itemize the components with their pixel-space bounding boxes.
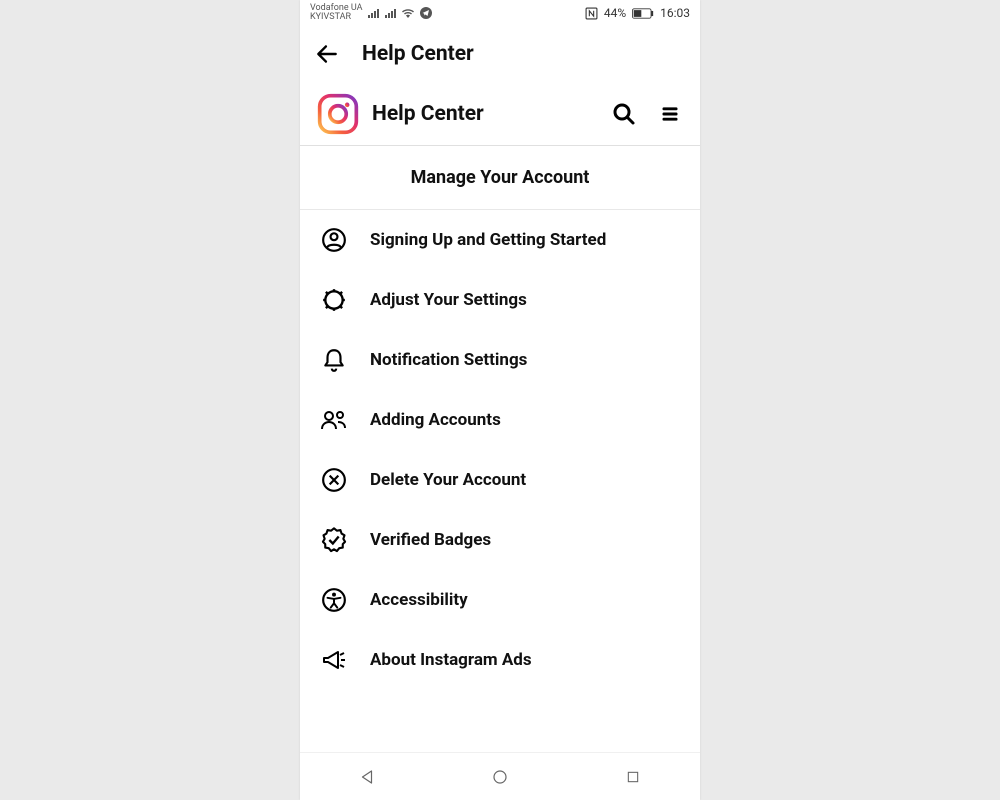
section-header: Manage Your Account <box>300 146 700 210</box>
menu-item-verified-badges[interactable]: Verified Badges <box>300 510 700 570</box>
menu-item-delete-account[interactable]: Delete Your Account <box>300 450 700 510</box>
menu-item-label: Adding Accounts <box>370 410 501 430</box>
search-button[interactable] <box>612 102 636 126</box>
app-header: Help Center <box>300 26 700 82</box>
hc-actions <box>612 102 680 126</box>
clock: 16:03 <box>660 6 690 20</box>
battery-percent: 44% <box>604 6 626 20</box>
menu-item-label: Verified Badges <box>370 530 491 550</box>
menu-item-signing-up[interactable]: Signing Up and Getting Started <box>300 210 700 270</box>
back-arrow-icon <box>314 41 340 67</box>
signal-icon-2 <box>385 8 396 18</box>
gear-icon <box>320 286 348 314</box>
android-nav-bar <box>300 752 700 800</box>
back-button[interactable] <box>314 41 340 67</box>
nfc-icon <box>585 7 598 20</box>
instagram-logo-icon <box>316 92 360 136</box>
person-circle-icon <box>320 226 348 254</box>
menu-item-label: Adjust Your Settings <box>370 290 527 310</box>
square-recent-icon <box>625 769 641 785</box>
status-right: 44% 16:03 <box>585 6 690 20</box>
menu-item-about-ads[interactable]: About Instagram Ads <box>300 630 700 690</box>
help-center-bar: Help Center <box>300 82 700 146</box>
menu-item-label: Signing Up and Getting Started <box>370 230 606 250</box>
carrier-2: KYIVSTAR <box>310 13 362 22</box>
battery-icon <box>632 8 654 19</box>
accessibility-icon <box>320 586 348 614</box>
badge-check-icon <box>320 526 348 554</box>
app-header-title: Help Center <box>362 42 474 66</box>
wifi-icon <box>402 8 414 18</box>
nav-back-button[interactable] <box>356 766 378 788</box>
menu-item-notification-settings[interactable]: Notification Settings <box>300 330 700 390</box>
menu-item-label: Accessibility <box>370 590 468 610</box>
nav-recent-button[interactable] <box>622 766 644 788</box>
phone-frame: Vodafone UA KYIVSTAR 44% <box>300 0 700 800</box>
hamburger-icon <box>660 104 680 124</box>
x-circle-icon <box>320 466 348 494</box>
status-left: Vodafone UA KYIVSTAR <box>310 4 432 22</box>
menu-button[interactable] <box>660 104 680 124</box>
megaphone-icon <box>320 646 348 674</box>
triangle-back-icon <box>358 768 376 786</box>
menu-item-accessibility[interactable]: Accessibility <box>300 570 700 630</box>
signal-icon-1 <box>368 8 379 18</box>
menu-item-label: Delete Your Account <box>370 470 526 490</box>
search-icon <box>612 102 636 126</box>
status-bar: Vodafone UA KYIVSTAR 44% <box>300 0 700 26</box>
menu-item-label: About Instagram Ads <box>370 650 532 670</box>
circle-home-icon <box>491 768 509 786</box>
help-center-title: Help Center <box>372 102 612 126</box>
bell-icon <box>320 346 348 374</box>
nav-home-button[interactable] <box>489 766 511 788</box>
menu-list: Signing Up and Getting Started Adjust Yo… <box>300 210 700 752</box>
menu-item-adjust-settings[interactable]: Adjust Your Settings <box>300 270 700 330</box>
people-icon <box>320 406 348 434</box>
menu-item-adding-accounts[interactable]: Adding Accounts <box>300 390 700 450</box>
menu-item-label: Notification Settings <box>370 350 527 370</box>
telegram-icon <box>420 7 432 19</box>
carrier-labels: Vodafone UA KYIVSTAR <box>310 4 362 22</box>
